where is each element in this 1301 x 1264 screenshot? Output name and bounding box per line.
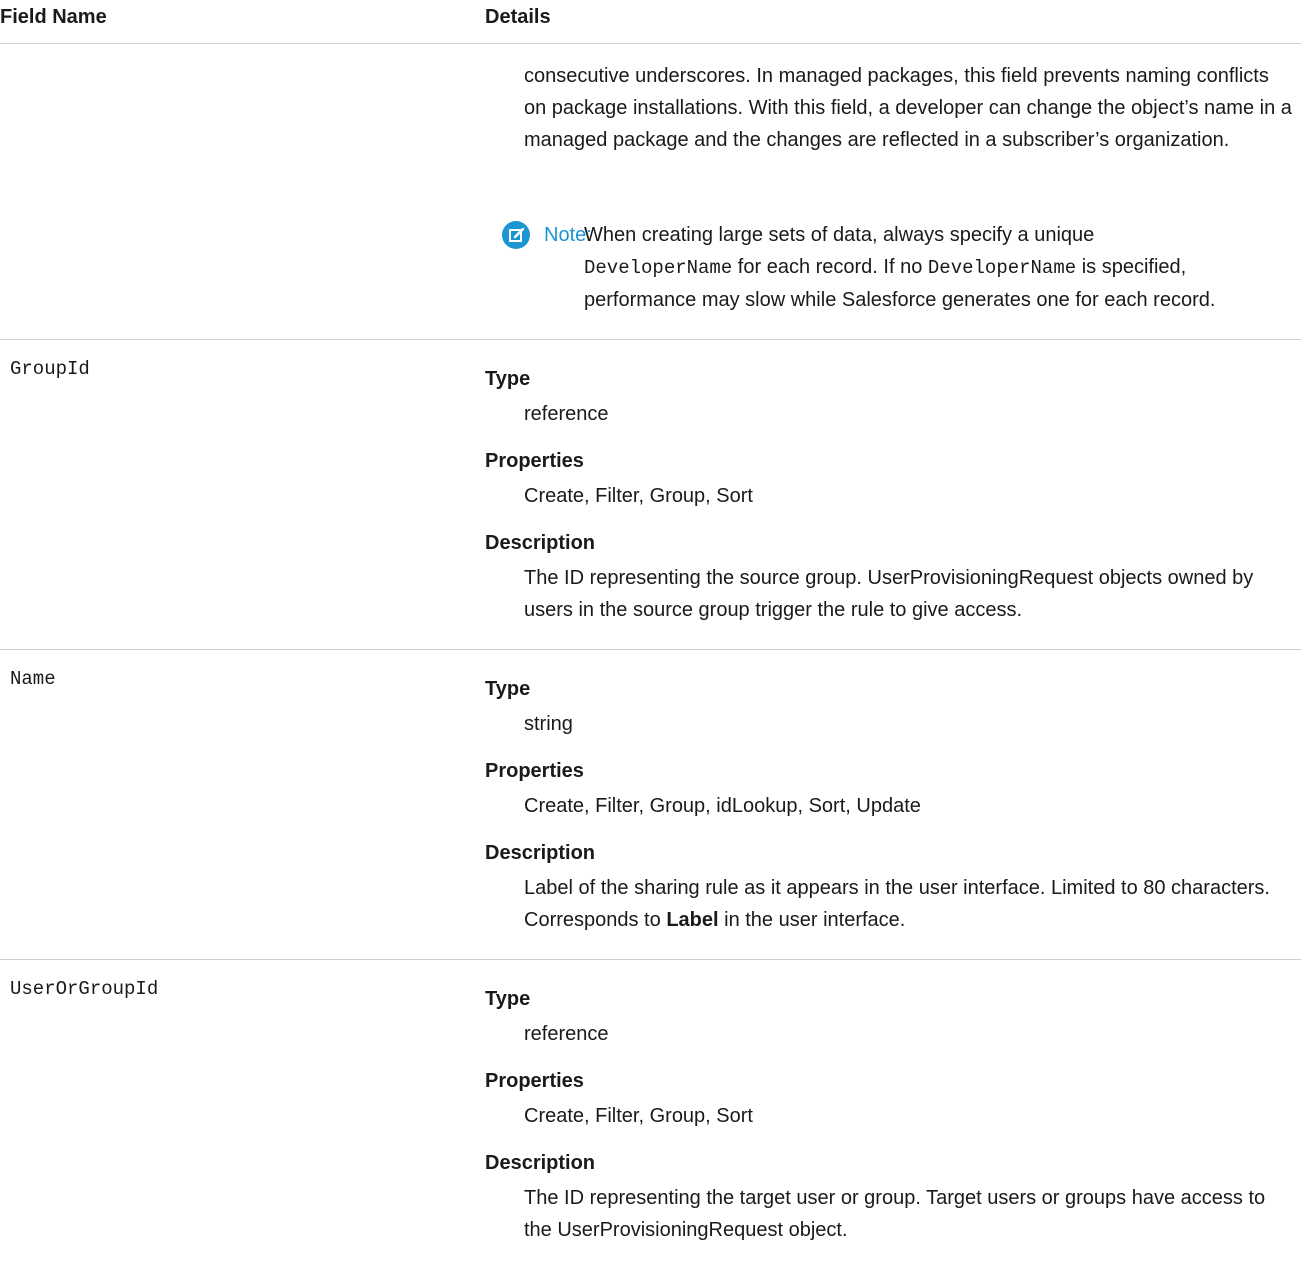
description-value: The ID representing the source group. Us… [524, 567, 1254, 621]
properties-value: Create, Filter, Group, Sort [524, 485, 753, 507]
properties-label: Properties [485, 1070, 584, 1092]
note-text-part1: When creating large sets of data, always… [584, 224, 1095, 246]
type-value: reference [524, 403, 609, 425]
type-label: Type [485, 988, 531, 1010]
column-header-field-name: Field Name [0, 6, 107, 28]
description-label: Description [485, 1152, 596, 1174]
field-details-name: Type string Properties Create, Filter, G… [485, 678, 1295, 938]
description-value: The ID representing the target user or g… [524, 1187, 1266, 1241]
field-name-name: Name [10, 668, 56, 690]
table-header: Field Name Details [0, 0, 1301, 44]
type-value: string [524, 713, 573, 735]
note-code-developername-2: DeveloperName [927, 257, 1077, 279]
field-details-groupid: Type reference Properties Create, Filter… [485, 368, 1295, 628]
field-details-userorgroupid: Type reference Properties Create, Filter… [485, 988, 1295, 1248]
row-divider [0, 649, 1301, 650]
row-divider [0, 959, 1301, 960]
type-label: Type [485, 368, 531, 390]
properties-value: Create, Filter, Group, Sort [524, 1105, 753, 1127]
row-divider [0, 339, 1301, 340]
edit-note-icon [502, 221, 530, 249]
description-label: Description [485, 842, 596, 864]
field-name-userorgroupid: UserOrGroupId [10, 978, 159, 1000]
column-header-details: Details [485, 6, 551, 28]
note-code-developername: DeveloperName [584, 257, 733, 279]
description-bold-label: Label [666, 909, 719, 931]
field-name-groupid: GroupId [10, 358, 90, 380]
note-text: When creating large sets of data, always… [584, 219, 1274, 316]
continued-description: consecutive underscores. In managed pack… [524, 65, 1292, 151]
properties-label: Properties [485, 760, 584, 782]
description-label: Description [485, 532, 596, 554]
type-label: Type [485, 678, 531, 700]
description-value: Label of the sharing rule as it appears … [524, 872, 1294, 936]
properties-value: Create, Filter, Group, idLookup, Sort, U… [524, 795, 921, 817]
description-text-end: in the user interface. [724, 909, 906, 931]
type-value: reference [524, 1023, 609, 1045]
properties-label: Properties [485, 450, 584, 472]
note-text-part2: for each record. If no [737, 256, 923, 278]
